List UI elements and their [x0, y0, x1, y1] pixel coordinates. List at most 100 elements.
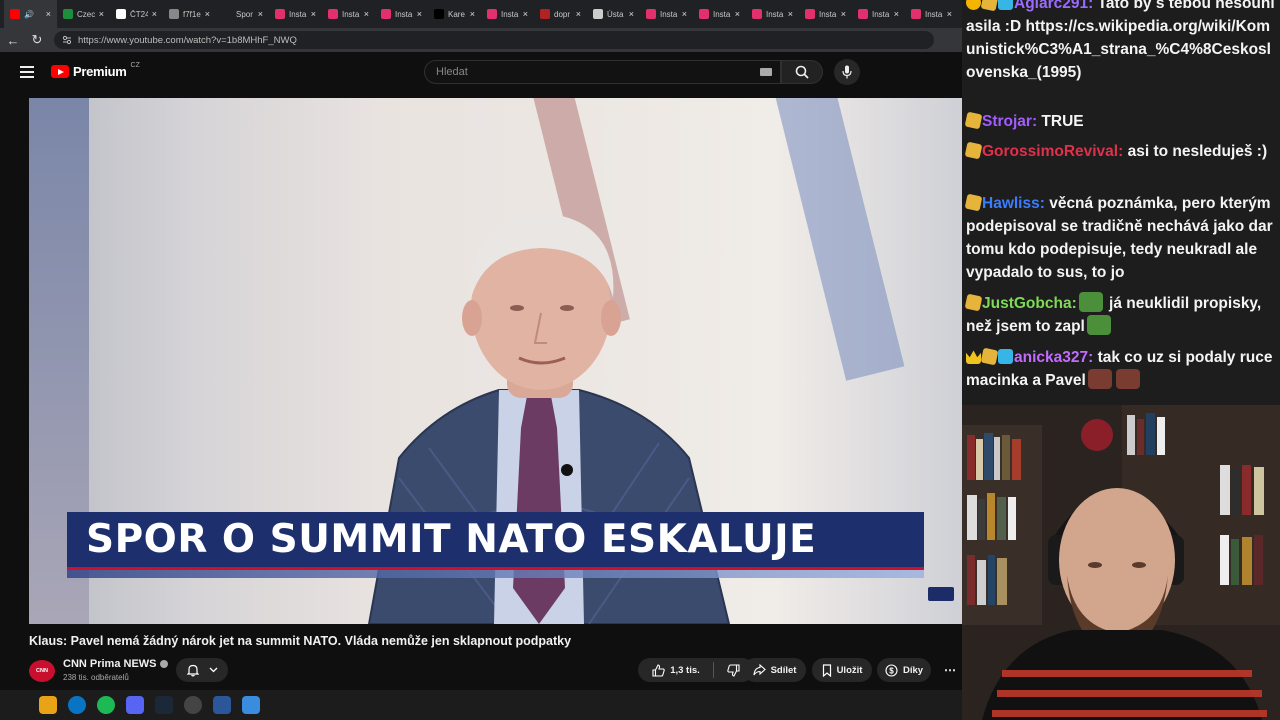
browser-tab[interactable]: dopr ×	[534, 0, 587, 28]
spotify-icon[interactable]	[97, 696, 115, 714]
browser-tab[interactable]: Insta ×	[481, 0, 534, 28]
browser-tab[interactable]: Insta ×	[799, 0, 852, 28]
instagram-icon	[646, 9, 656, 19]
thumbs-down-icon[interactable]	[727, 663, 740, 677]
chat-username[interactable]: JustGobcha:	[982, 295, 1077, 312]
browser-tab[interactable]: Insta ×	[905, 0, 958, 28]
browser-tab[interactable]: ČT24 ×	[110, 0, 163, 28]
crown-badge-icon[interactable]	[966, 350, 981, 364]
close-tab-icon[interactable]: ×	[364, 9, 369, 19]
hamburger-menu-icon[interactable]	[20, 66, 34, 78]
thanks-button[interactable]: $ Díky	[877, 658, 931, 682]
warn-badge-icon[interactable]	[966, 0, 981, 10]
close-tab-icon[interactable]: ×	[788, 9, 793, 19]
chat-username[interactable]: Agiarc291:	[1014, 0, 1093, 12]
notification-bell-button[interactable]	[176, 658, 228, 682]
webcam-scene	[962, 405, 1280, 720]
browser-tab[interactable]: Insta ×	[640, 0, 693, 28]
back-icon[interactable]: ←	[6, 33, 20, 48]
like-count[interactable]: 1,3 tis.	[670, 665, 700, 676]
close-tab-icon[interactable]: ×	[947, 9, 952, 19]
voice-search-button[interactable]	[834, 59, 860, 85]
chat-username[interactable]: Strojar:	[982, 113, 1037, 130]
keyboard-icon[interactable]	[760, 68, 772, 76]
browser-tab[interactable]: Ústa ×	[587, 0, 640, 28]
close-tab-icon[interactable]: ×	[894, 9, 899, 19]
cube-badge-icon[interactable]	[998, 349, 1013, 364]
close-tab-icon[interactable]: ×	[523, 9, 528, 19]
word-icon[interactable]	[213, 696, 231, 714]
gold-badge-icon[interactable]	[980, 347, 999, 366]
close-tab-icon[interactable]: ×	[99, 9, 104, 19]
share-button[interactable]: Sdílet	[743, 658, 806, 682]
reload-icon[interactable]: ↻	[30, 32, 44, 48]
browser-tab[interactable]: Kare ×	[428, 0, 481, 28]
browser-tab[interactable]: Czec ×	[57, 0, 110, 28]
pepe-emote[interactable]	[1078, 292, 1103, 312]
edge-browser-icon[interactable]	[68, 696, 86, 714]
search-input[interactable]: Hledat	[424, 60, 781, 84]
close-tab-icon[interactable]: ×	[311, 9, 316, 19]
youtube-premium-logo[interactable]: Premium CZ	[51, 62, 140, 79]
close-tab-icon[interactable]: ×	[735, 9, 740, 19]
windows-start-icon[interactable]	[11, 697, 28, 714]
browser-tab[interactable]: Insta ×	[693, 0, 746, 28]
chat-username[interactable]: anicka327:	[1014, 349, 1093, 366]
bell-icon	[186, 664, 199, 676]
steam-icon[interactable]	[155, 696, 173, 714]
face-emote[interactable]	[1115, 369, 1140, 389]
logo-region: CZ	[130, 62, 140, 69]
browser-tab[interactable]: Insta ×	[322, 0, 375, 28]
save-button[interactable]: Uložit	[812, 658, 872, 682]
gold-badge-icon[interactable]	[964, 141, 983, 160]
chat-username[interactable]: Hawliss:	[982, 195, 1045, 212]
discord-icon[interactable]	[126, 696, 144, 714]
site-info-icon[interactable]	[62, 35, 72, 45]
browser-tab[interactable]: 🔊 ×	[4, 0, 57, 28]
obs-icon[interactable]	[184, 696, 202, 714]
close-tab-icon[interactable]: ×	[258, 9, 263, 19]
chat-message: Strojar: TRUE	[964, 110, 1276, 133]
studio-background	[773, 98, 905, 381]
channel-name-container[interactable]: CNN Prima NEWS	[63, 658, 168, 670]
channel-name[interactable]: CNN Prima NEWS	[63, 658, 157, 670]
browser-tab[interactable]: Insta ×	[375, 0, 428, 28]
close-tab-icon[interactable]: ×	[417, 9, 422, 19]
search-button[interactable]	[781, 60, 823, 84]
cube-badge-icon[interactable]	[998, 0, 1013, 10]
thumbs-up-icon[interactable]	[652, 663, 665, 677]
chat-message: GorossimoRevival: asi to nesleduješ :)	[964, 140, 1276, 163]
chat-username[interactable]: GorossimoRevival:	[982, 143, 1123, 160]
notepad-icon[interactable]	[242, 696, 260, 714]
tab-title: f7f1e	[183, 9, 201, 19]
speaker-icon[interactable]: 🔊	[24, 10, 34, 19]
pepe-emote[interactable]	[1086, 315, 1111, 335]
browser-tab[interactable]: Insta ×	[269, 0, 322, 28]
face-emote[interactable]	[1087, 369, 1112, 389]
gold-badge-icon[interactable]	[964, 193, 983, 212]
file-explorer-icon[interactable]	[39, 696, 57, 714]
gold-badge-icon[interactable]	[980, 0, 999, 12]
logo-text: Premium	[73, 64, 127, 79]
gold-badge-icon[interactable]	[964, 111, 983, 130]
search-placeholder: Hledat	[436, 66, 468, 78]
channel-avatar[interactable]: CNN	[29, 660, 55, 682]
browser-tab[interactable]: Insta ×	[852, 0, 905, 28]
crest-icon	[540, 9, 550, 19]
more-actions-icon[interactable]: ⋯	[938, 658, 962, 682]
close-tab-icon[interactable]: ×	[205, 9, 210, 19]
browser-tab[interactable]: Spor ×	[216, 0, 269, 28]
gold-badge-icon[interactable]	[964, 293, 983, 312]
close-tab-icon[interactable]: ×	[46, 9, 51, 19]
close-tab-icon[interactable]: ×	[576, 9, 581, 19]
instagram-icon	[699, 9, 709, 19]
close-tab-icon[interactable]: ×	[841, 9, 846, 19]
close-tab-icon[interactable]: ×	[470, 9, 475, 19]
close-tab-icon[interactable]: ×	[629, 9, 634, 19]
url-field[interactable]: https://www.youtube.com/watch?v=1b8MHhF_…	[54, 31, 934, 49]
close-tab-icon[interactable]: ×	[152, 9, 157, 19]
browser-tab[interactable]: Insta ×	[746, 0, 799, 28]
close-tab-icon[interactable]: ×	[682, 9, 687, 19]
browser-tab[interactable]: f7f1e ×	[163, 0, 216, 28]
video-player[interactable]: SPOR O SUMMIT NATO ESKALUJE	[29, 98, 962, 624]
